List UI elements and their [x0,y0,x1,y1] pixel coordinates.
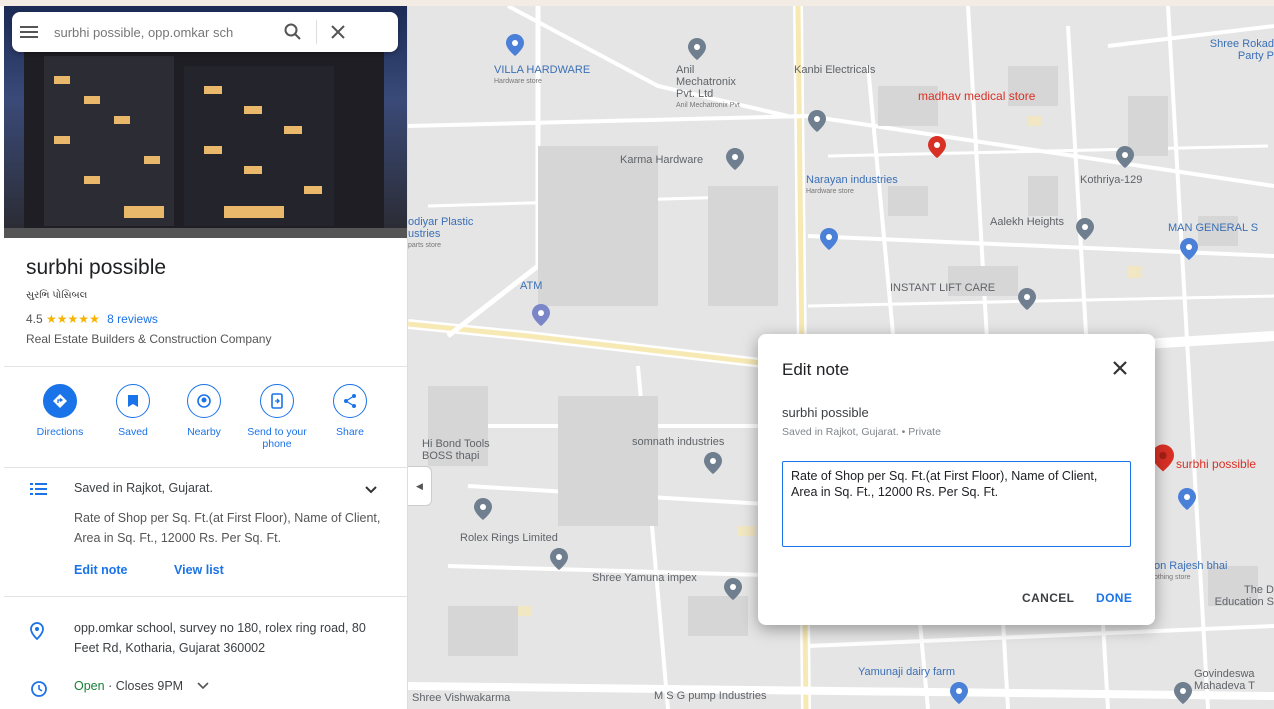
blue-pin-icon[interactable] [1178,488,1196,510]
list-icon [30,482,48,501]
dialog-title: Edit note [782,360,850,379]
map-label[interactable]: Shree Rokad Party P [1200,38,1274,62]
place-category[interactable]: Real Estate Builders & Construction Comp… [26,332,271,346]
place-title: surbhi possible [26,256,167,279]
send-to-phone-icon [260,384,294,418]
map-label[interactable]: surbhi possible [1176,458,1256,470]
search-icon[interactable] [284,23,302,41]
edit-note-dialog: Edit note surbhi possible Saved in Rajko… [758,334,1155,625]
hours-row[interactable]: Open · Closes 9PM [74,676,209,696]
gray-pin-icon[interactable] [1174,682,1192,704]
gray-pin-icon[interactable] [1018,288,1036,310]
share-button[interactable]: Share [320,384,380,438]
action-label: Send to your phone [247,426,307,450]
nearby-button[interactable]: Nearby [174,384,234,438]
address-text[interactable]: opp.omkar school, survey no 180, rolex r… [74,618,384,658]
close-icon[interactable] [331,25,345,39]
dialog-place-name: surbhi possible [782,405,869,420]
gray-pin-icon[interactable] [1076,218,1094,240]
nearby-icon [187,384,221,418]
blue-pin-icon[interactable] [506,34,524,56]
map-label[interactable]: odiyar Plastic ustries parts store [408,216,492,252]
divider [4,596,407,597]
blue-pin-icon[interactable] [950,682,968,704]
map-label[interactable]: The D Education S [1212,584,1274,608]
close-icon[interactable] [1110,358,1130,378]
map-label[interactable]: M S G pump Industries [654,690,767,702]
map-label[interactable]: Shree Yamuna impex [592,572,697,584]
send-to-phone-button[interactable]: Send to your phone [247,384,307,450]
saved-list-title: Saved in Rajkot, Gujarat. [74,481,213,495]
map-label[interactable]: Kanbi Electricals [794,64,875,76]
gray-pin-icon[interactable] [808,110,826,132]
dialog-saved-info: Saved in Rajkot, Gujarat. • Private [782,426,941,438]
blue-pin-icon[interactable] [1180,238,1198,260]
share-icon [333,384,367,418]
divider [4,366,407,367]
rating-row: 4.5 ★★★★★ 8 reviews [26,312,158,326]
chevron-down-icon[interactable] [364,482,378,500]
clock-icon [30,680,48,703]
gray-pin-icon[interactable] [550,548,568,570]
location-pin-icon [30,622,44,645]
cancel-button[interactable]: CANCEL [1022,591,1074,605]
view-list-link[interactable]: View list [174,563,224,577]
selected-place-pin-icon[interactable] [1152,444,1174,472]
gray-pin-icon[interactable] [724,578,742,600]
red-pin-icon[interactable] [928,136,946,158]
directions-button[interactable]: Directions [30,384,90,438]
blue-pin-icon[interactable] [820,228,838,250]
collapse-panel-button[interactable]: ◀ [408,466,432,506]
chevron-down-icon [197,682,209,690]
rating-value: 4.5 [26,312,43,326]
map-label[interactable]: Aalekh Heights [990,216,1064,228]
gray-pin-icon[interactable] [726,148,744,170]
map-label[interactable]: Yamunaji dairy farm [858,666,955,678]
chevron-left-icon: ◀ [416,480,423,491]
saved-button[interactable]: Saved [103,384,163,438]
map-label[interactable]: madhav medical store [918,90,1035,102]
map-label[interactable]: Shree Vishwakarma [412,692,510,704]
gray-pin-icon[interactable] [474,498,492,520]
gray-pin-icon[interactable] [704,452,722,474]
search-input[interactable] [54,24,274,40]
action-label: Share [335,426,365,438]
divider [4,467,407,468]
map-label[interactable]: somnath industries [632,436,724,448]
closes-time: · Closes 9PM [104,679,184,693]
map-label[interactable]: Karma Hardware [620,154,703,166]
action-label: Directions [36,426,84,438]
note-textarea[interactable]: Rate of Shop per Sq. Ft.(at First Floor)… [782,461,1131,547]
place-native-name: સુરભિ પોસિબલ [26,290,88,301]
map-label[interactable]: MAN GENERAL S [1168,222,1258,234]
map-label[interactable]: Hi Bond Tools BOSS thapi [422,438,522,462]
map-label[interactable]: Rolex Rings Limited [460,532,558,544]
open-status: Open [74,679,105,693]
bookmark-icon [116,384,150,418]
map-label[interactable]: on Rajesh bhai othing store [1154,560,1227,584]
map-label[interactable]: Kothriya-129 [1080,174,1142,186]
map-label[interactable]: Anil Mechatronix Pvt. Ltd Anil Mechatroni… [676,64,756,112]
done-button[interactable]: DONE [1096,591,1132,605]
saved-note-text: Rate of Shop per Sq. Ft.(at First Floor)… [74,511,381,545]
gray-pin-icon[interactable] [688,38,706,60]
edit-note-link[interactable]: Edit note [74,563,127,577]
action-label: Nearby [187,426,221,438]
map-label[interactable]: Narayan industries Hardware store [806,174,898,198]
map-label[interactable]: INSTANT LIFT CARE [890,282,995,294]
search-bar [12,12,398,52]
map-label[interactable]: Govindeswa Mahadeva T [1194,668,1274,692]
map-label[interactable]: ATM [520,280,542,292]
menu-icon[interactable] [20,25,38,39]
atm-pin-icon[interactable] [532,304,550,326]
reviews-link[interactable]: 8 reviews [107,312,158,326]
map-label[interactable]: VILLA HARDWARE Hardware store [494,64,590,88]
action-label: Saved [118,426,148,438]
gray-pin-icon[interactable] [1116,146,1134,168]
directions-icon [43,384,77,418]
rating-stars: ★★★★★ [46,312,100,326]
search-divider [316,20,317,44]
place-panel: surbhi possible સુરભિ પોસિબલ 4.5 ★★★★★ 8… [4,6,408,709]
